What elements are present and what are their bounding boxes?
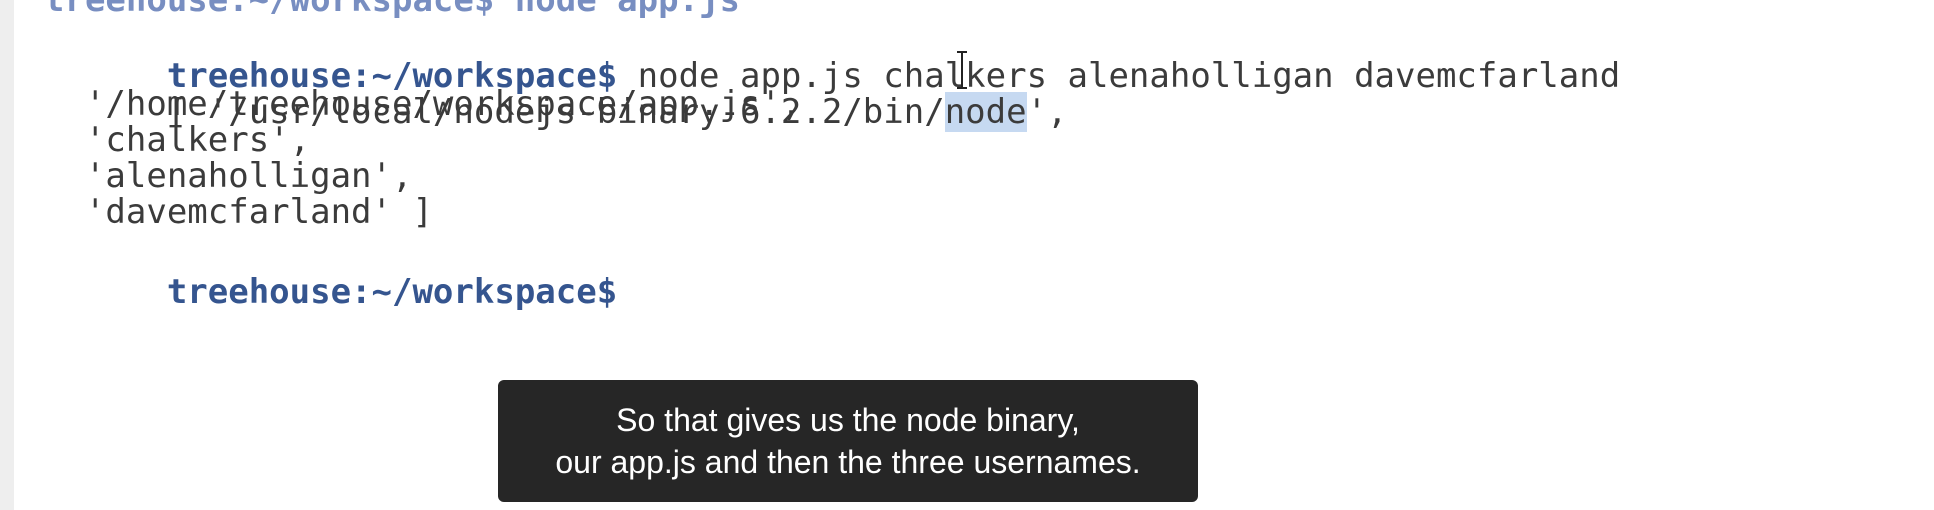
caption-line-1: So that gives us the node binary, bbox=[616, 402, 1080, 438]
selected-text: node bbox=[944, 92, 1027, 132]
text-cursor-icon bbox=[957, 51, 967, 89]
final-prompt-line[interactable]: treehouse:~/workspace$ bbox=[44, 226, 617, 312]
video-frame: treehouse:~/workspace$ node app.js treeh… bbox=[0, 0, 1934, 510]
left-gutter bbox=[0, 0, 14, 510]
final-prompt: treehouse:~/workspace$ bbox=[166, 272, 618, 312]
subtitle-caption: So that gives us the node binary, our ap… bbox=[498, 380, 1198, 502]
output-line-1-post: ', bbox=[1026, 92, 1068, 132]
partial-top-line: treehouse:~/workspace$ node app.js bbox=[44, 0, 740, 20]
caption-line-2: our app.js and then the three usernames. bbox=[555, 444, 1141, 480]
